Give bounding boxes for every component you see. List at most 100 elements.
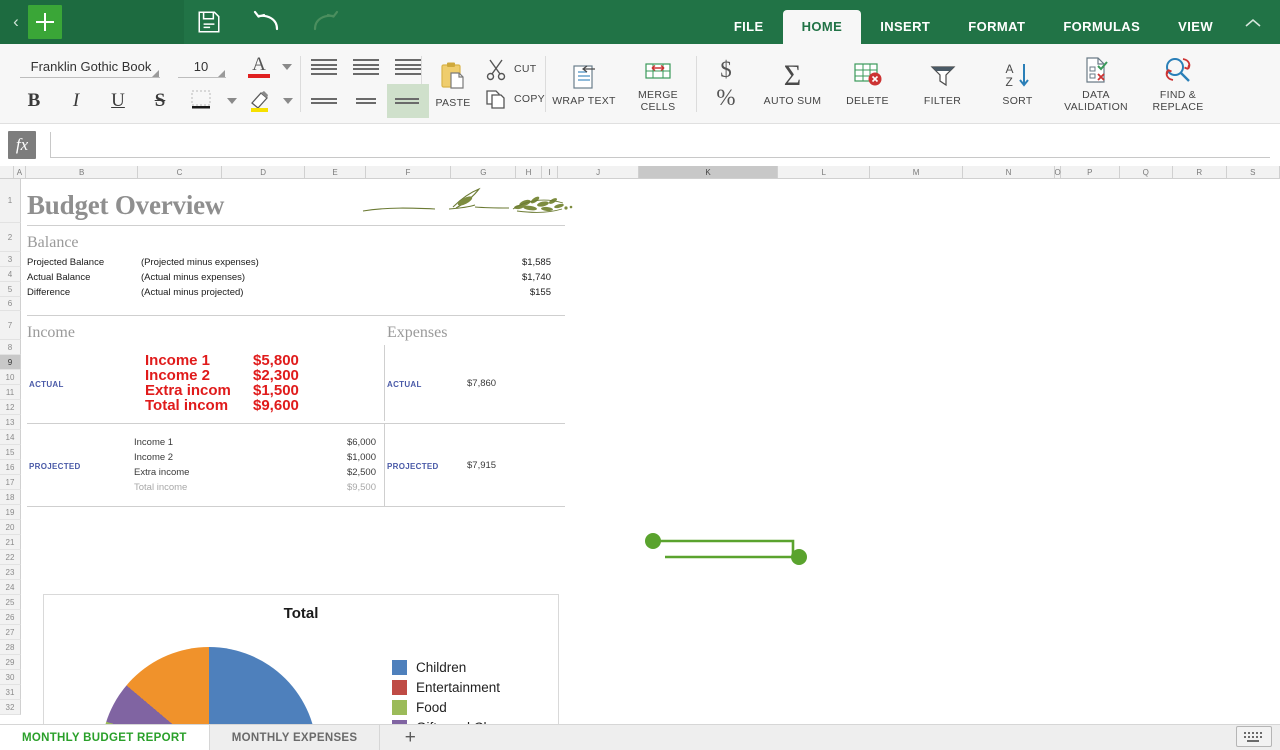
strikethrough-button[interactable]: S (139, 86, 181, 116)
column-header-m[interactable]: M (870, 166, 963, 179)
row-header-29[interactable]: 29 (0, 655, 21, 670)
align-top-left-button[interactable] (303, 50, 345, 84)
font-size-select[interactable]: 10 (178, 57, 226, 78)
column-header-p[interactable]: P (1061, 166, 1120, 179)
merge-cells-button[interactable]: MERGE CELLS (621, 56, 695, 113)
row-header-6[interactable]: 6 (0, 297, 21, 311)
chevron-up-icon[interactable] (1236, 8, 1270, 38)
row-header-11[interactable]: 11 (0, 385, 21, 400)
row-header-30[interactable]: 30 (0, 670, 21, 685)
row-header-1[interactable]: 1 (0, 179, 21, 223)
row-header-18[interactable]: 18 (0, 490, 21, 505)
plus-icon[interactable] (28, 5, 62, 39)
highlight-color-button[interactable] (243, 86, 277, 116)
data-validation-button[interactable]: DATA VALIDATION (1055, 55, 1137, 113)
row-header-4[interactable]: 4 (0, 267, 21, 282)
percent-format-button[interactable]: % (716, 85, 735, 111)
wrap-text-button[interactable]: WRAP TEXT (547, 62, 621, 107)
tab-home[interactable]: HOME (782, 10, 862, 44)
row-header-5[interactable]: 5 (0, 282, 21, 297)
column-header-k[interactable]: K (638, 166, 779, 179)
paste-button[interactable]: PASTE (422, 60, 484, 109)
column-header-i[interactable]: I (541, 166, 559, 179)
column-header-a[interactable]: A (13, 166, 27, 179)
undo-icon[interactable] (248, 3, 286, 41)
select-all-corner[interactable] (0, 166, 14, 179)
sheet-tab-monthly-budget-report[interactable]: MONTHLY BUDGET REPORT (0, 725, 210, 750)
row-header-26[interactable]: 26 (0, 610, 21, 625)
row-header-8[interactable]: 8 (0, 340, 21, 355)
copy-button[interactable]: COPY (484, 87, 545, 111)
formula-input[interactable] (50, 132, 1270, 158)
column-header-q[interactable]: Q (1119, 166, 1174, 179)
column-header-c[interactable]: C (138, 166, 222, 179)
column-header-d[interactable]: D (221, 166, 306, 179)
row-header-32[interactable]: 32 (0, 700, 21, 715)
column-header-b[interactable]: B (26, 166, 139, 179)
tab-insert[interactable]: INSERT (861, 10, 949, 44)
row-header-10[interactable]: 10 (0, 370, 21, 385)
row-header-17[interactable]: 17 (0, 475, 21, 490)
tab-format[interactable]: FORMAT (949, 10, 1044, 44)
highlight-color-dropdown[interactable] (277, 98, 299, 104)
italic-button[interactable]: I (55, 86, 97, 116)
tab-view[interactable]: VIEW (1159, 10, 1232, 44)
insert-function-button[interactable]: fx (8, 131, 36, 159)
row-header-28[interactable]: 28 (0, 640, 21, 655)
selected-shape-object[interactable] (641, 519, 821, 569)
row-header-23[interactable]: 23 (0, 565, 21, 580)
column-header-e[interactable]: E (305, 166, 366, 179)
auto-sum-button[interactable]: Σ AUTO SUM (755, 61, 830, 108)
column-header-g[interactable]: G (451, 166, 517, 179)
column-header-f[interactable]: F (365, 166, 452, 179)
row-header-31[interactable]: 31 (0, 685, 21, 700)
filter-button[interactable]: FILTER (905, 61, 980, 107)
total-pie-chart[interactable]: Total Children Entertainment Food Gifts (43, 594, 559, 724)
tab-formulas[interactable]: FORMULAS (1044, 10, 1159, 44)
row-header-19[interactable]: 19 (0, 505, 21, 520)
delete-button[interactable]: DELETE (830, 61, 905, 107)
row-header-21[interactable]: 21 (0, 535, 21, 550)
align-center-button[interactable] (345, 84, 387, 118)
row-header-7[interactable]: 7 (0, 311, 21, 340)
row-header-16[interactable]: 16 (0, 460, 21, 475)
column-header-h[interactable]: H (516, 166, 542, 179)
currency-format-button[interactable]: $ (720, 57, 732, 83)
borders-dropdown[interactable] (221, 98, 243, 104)
column-header-n[interactable]: N (962, 166, 1056, 179)
row-header-22[interactable]: 22 (0, 550, 21, 565)
borders-button[interactable] (181, 86, 221, 116)
save-icon[interactable] (190, 3, 228, 41)
font-name-select[interactable]: Franklin Gothic Book (20, 57, 160, 78)
row-header-20[interactable]: 20 (0, 520, 21, 535)
underline-button[interactable]: U (97, 86, 139, 116)
font-color-dropdown[interactable] (282, 64, 292, 70)
column-header-s[interactable]: S (1226, 166, 1280, 179)
row-header-24[interactable]: 24 (0, 580, 21, 595)
sheet-canvas[interactable]: Budget Overview Balance Projected Balanc… (21, 179, 1280, 724)
row-header-15[interactable]: 15 (0, 445, 21, 460)
row-header-3[interactable]: 3 (0, 252, 21, 267)
column-header-l[interactable]: L (778, 166, 871, 179)
sheet-tab-monthly-expenses[interactable]: MONTHLY EXPENSES (210, 725, 381, 750)
cut-button[interactable]: CUT (484, 57, 545, 81)
redo-icon[interactable] (306, 3, 344, 41)
align-left-button[interactable] (303, 84, 345, 118)
keyboard-icon[interactable] (1236, 726, 1272, 747)
row-header-27[interactable]: 27 (0, 625, 21, 640)
row-header-13[interactable]: 13 (0, 415, 21, 430)
tab-file[interactable]: FILE (715, 10, 783, 44)
font-color-button[interactable]: A (246, 55, 272, 78)
column-header-j[interactable]: J (558, 166, 639, 179)
align-top-center-button[interactable] (345, 50, 387, 84)
row-header-14[interactable]: 14 (0, 430, 21, 445)
chevron-left-icon[interactable]: ‹ (0, 0, 26, 44)
bold-button[interactable]: B (13, 86, 55, 116)
row-header-9[interactable]: 9 (0, 355, 21, 370)
column-header-r[interactable]: R (1173, 166, 1227, 179)
row-header-25[interactable]: 25 (0, 595, 21, 610)
find-replace-button[interactable]: FIND & REPLACE (1137, 55, 1219, 113)
row-header-12[interactable]: 12 (0, 400, 21, 415)
sort-button[interactable]: A Z SORT (980, 61, 1055, 108)
row-header-2[interactable]: 2 (0, 223, 21, 252)
